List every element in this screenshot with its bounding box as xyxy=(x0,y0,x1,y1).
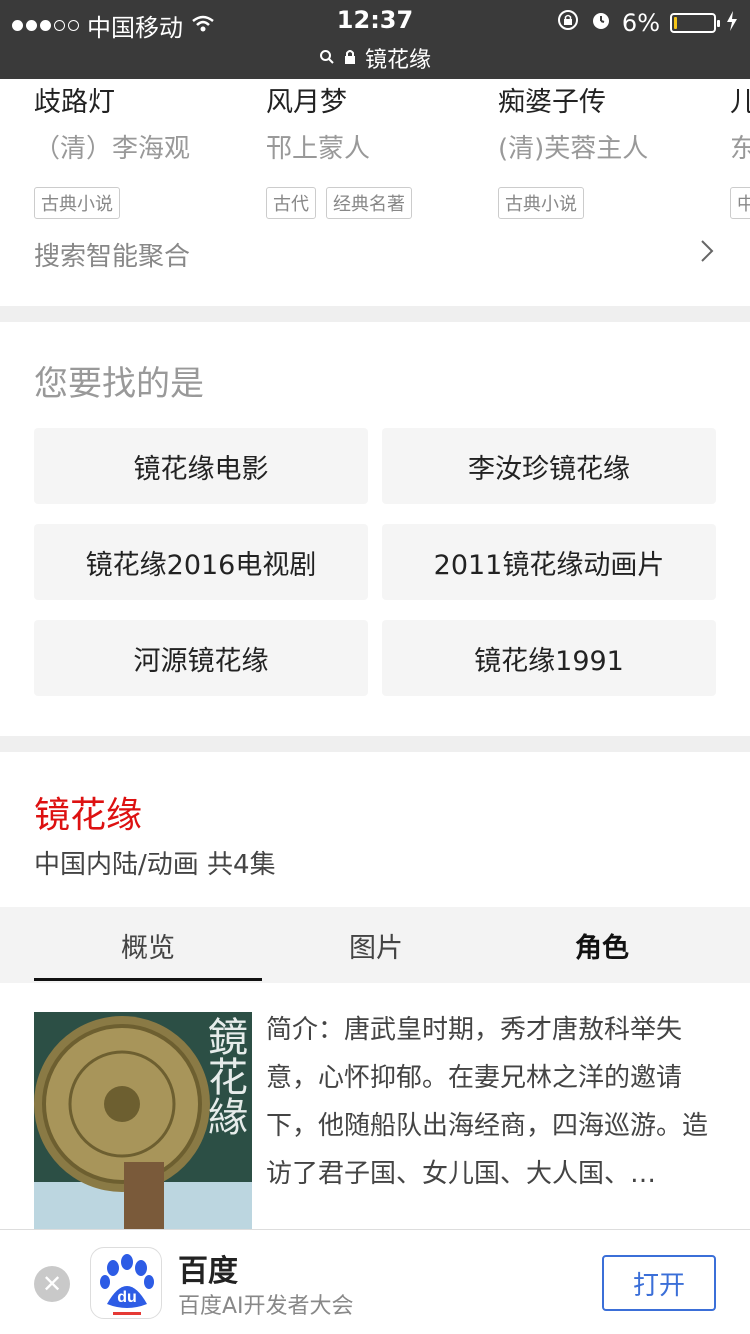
book-author: 邗上蒙人 xyxy=(266,134,371,164)
book-author: 东 xyxy=(730,134,750,164)
suggest-button[interactable]: 镜花缘1991 xyxy=(382,620,716,696)
status-right: 6% xyxy=(556,8,738,38)
app-banner: ✕ du 百度 百度AI开发者大会 打开 xyxy=(0,1229,750,1334)
suggest-button[interactable]: 2011镜花缘动画片 xyxy=(382,524,716,600)
baidu-app-icon[interactable]: du xyxy=(90,1247,162,1319)
books-carousel[interactable]: 歧路灯 （清）李海观 古典小说 风月梦 邗上蒙人 古代 经典名著 痴婆子传 (清… xyxy=(0,79,750,306)
status-bar: 中国移动 12:37 镜花缘 6% xyxy=(0,0,750,79)
intro-paragraph: 简介：唐武皇时期，秀才唐敖科举失意，心怀抑郁。在妻兄林之洋的邀请下，他随船队出海… xyxy=(266,1015,709,1189)
tab-images[interactable]: 图片 xyxy=(262,907,490,983)
close-banner-button[interactable]: ✕ xyxy=(34,1266,70,1302)
book-title: 痴婆子传 xyxy=(498,87,606,118)
book-tag: 古典小说 xyxy=(498,187,584,219)
book-title: 儿 xyxy=(730,87,750,118)
poster-title-text: 鏡花緣 xyxy=(201,1016,247,1136)
book-author: （清）李海观 xyxy=(34,134,191,164)
book-title: 歧路灯 xyxy=(34,87,115,118)
result-meta: 中国内陆/动画 共4集 xyxy=(34,850,276,880)
battery-percent: 6% xyxy=(621,9,660,37)
aggregate-search-link[interactable]: 搜索智能聚合 xyxy=(34,231,714,277)
rotation-lock-icon xyxy=(556,8,580,38)
open-app-button[interactable]: 打开 xyxy=(602,1255,716,1311)
lock-icon xyxy=(343,46,357,71)
section-divider xyxy=(0,306,750,322)
result-title[interactable]: 镜花缘 xyxy=(34,786,142,838)
suggest-button[interactable]: 河源镜花缘 xyxy=(34,620,368,696)
intro-text: 简介：唐武皇时期，秀才唐敖科举失意，心怀抑郁。在妻兄林之洋的邀请下，他随船队出海… xyxy=(266,1006,718,1198)
book-tag: 古代 xyxy=(266,187,316,219)
tab-overview[interactable]: 概览 xyxy=(34,907,262,983)
book-card[interactable]: 痴婆子传 (清)芙蓉主人 古典小说 xyxy=(498,79,728,219)
tab-characters[interactable]: 角色 xyxy=(488,907,716,983)
book-card[interactable]: 歧路灯 （清）李海观 古典小说 xyxy=(34,79,264,219)
address-text: 镜花缘 xyxy=(364,48,431,73)
suggest-button[interactable]: 镜花缘电影 xyxy=(34,428,368,504)
suggest-button[interactable]: 李汝珍镜花缘 xyxy=(382,428,716,504)
suggest-button[interactable]: 镜花缘2016电视剧 xyxy=(34,524,368,600)
poster-image[interactable]: 鏡花緣 xyxy=(34,1012,252,1230)
book-tag: 中 xyxy=(730,187,750,219)
address-bar[interactable]: 镜花缘 xyxy=(0,42,750,74)
result-tabs: 概览 图片 角色 xyxy=(0,907,750,983)
alarm-icon xyxy=(590,9,612,37)
book-tags: 中 xyxy=(730,187,750,219)
app-icon-text: du xyxy=(117,1289,137,1306)
chevron-right-icon xyxy=(700,239,714,270)
battery-icon xyxy=(670,13,720,33)
active-tab-indicator xyxy=(34,978,262,981)
book-card[interactable]: 儿 东 中 xyxy=(730,79,750,219)
book-card[interactable]: 风月梦 邗上蒙人 古代 经典名著 xyxy=(266,79,496,219)
book-tag: 经典名著 xyxy=(326,187,412,219)
app-name: 百度 xyxy=(178,1254,238,1289)
app-subtitle: 百度AI开发者大会 xyxy=(178,1294,354,1319)
book-tags: 古典小说 xyxy=(498,187,728,219)
book-tags: 古典小说 xyxy=(34,187,264,219)
book-tags: 古代 经典名著 xyxy=(266,187,496,219)
book-title: 风月梦 xyxy=(266,87,347,118)
aggregate-label: 搜索智能聚合 xyxy=(34,241,191,272)
section-divider xyxy=(0,736,750,752)
book-tag: 古典小说 xyxy=(34,187,120,219)
charging-bolt-icon xyxy=(726,9,738,37)
search-icon xyxy=(319,46,335,71)
suggest-title: 您要找的是 xyxy=(34,364,204,404)
book-author: (清)芙蓉主人 xyxy=(498,134,649,164)
